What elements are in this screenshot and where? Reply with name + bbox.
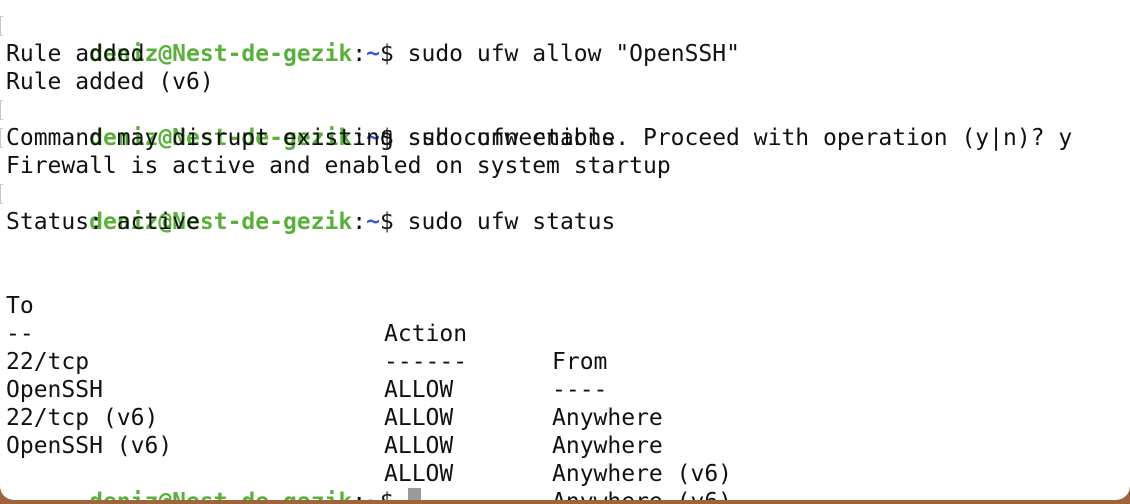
table-header: To Action From [6,264,1126,375]
text-cursor[interactable] [407,488,421,500]
table-row: OpenSSH (v6) ALLOW Anywhere (v6) [6,433,732,500]
terminal-screen: deniz@Nest-de-gezik:~$ sudo ufw allow "O… [0,12,1126,500]
table-row: OpenSSH ALLOW Anywhere [6,377,663,459]
line-marker-icon [0,100,3,120]
line-marker-icon [0,128,3,148]
prompt-line: deniz@Nest-de-gezik:~$ sudo ufw status [0,180,1126,235]
prompt-path: ~ [366,489,380,500]
table-underline: -- ------ ---- [6,321,608,403]
table-row: 22/tcp (v6) ALLOW Anywhere (v6) [6,405,733,487]
output-line: Firewall is active and enabled on system… [6,153,671,179]
prompt-line: deniz@Nest-de-gezik:~$ sudo ufw enable [0,96,1126,151]
prompt-user-host: deniz@Nest-de-gezik [89,489,352,500]
line-marker-icon [0,16,3,36]
prompt-line: deniz@Nest-de-gezik:~$ sudo ufw allow "O… [0,12,1126,67]
active-prompt-line[interactable]: deniz@Nest-de-gezik:~$ [6,460,1126,500]
output-line: Rule added [6,41,145,67]
output-line: Status: active [6,209,200,235]
table-row: 22/tcp ALLOW Anywhere [6,349,663,431]
line-marker-icon [0,184,3,204]
terminal-window[interactable]: deniz@Nest-de-gezik:~$ sudo ufw allow "O… [0,0,1130,500]
output-line: Rule added (v6) [6,69,214,95]
output-line: Command may disrupt existing ssh connect… [0,124,1126,152]
